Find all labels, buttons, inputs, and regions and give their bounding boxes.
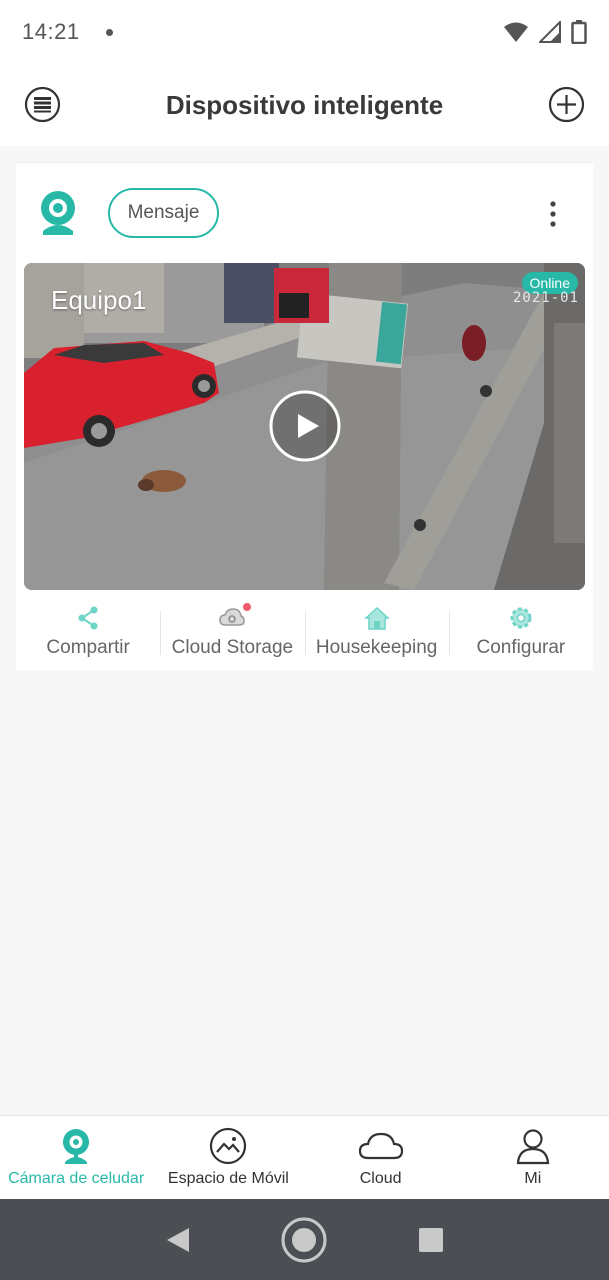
device-actions: Compartir Cloud Storage Housekeeping Con… (16, 601, 593, 665)
person-icon (516, 1129, 550, 1165)
tab-me[interactable]: Mi (457, 1116, 609, 1199)
device-card-header: Mensaje (16, 163, 593, 263)
cloud-storage-label: Cloud Storage (171, 637, 294, 658)
play-icon[interactable] (269, 390, 341, 462)
app-header: Dispositivo inteligente (0, 64, 609, 146)
share-button[interactable]: Compartir (16, 601, 160, 665)
tab-mobile-space-label: Espacio de Móvil (167, 1170, 289, 1187)
notification-dot-icon (243, 603, 252, 611)
camera-preview[interactable]: Equipo1 Online 2021-01 (24, 263, 585, 590)
settings-label: Configurar (476, 637, 566, 658)
more-options-icon[interactable] (549, 201, 557, 227)
camera-logo-icon (41, 191, 75, 235)
notification-dot-icon (105, 28, 113, 36)
housekeeping-button[interactable]: Housekeeping (304, 601, 449, 665)
cloud-storage-button[interactable]: Cloud Storage (160, 601, 304, 665)
bottom-tab-bar: Cámara de celudar Espacio de Móvil Cloud… (0, 1115, 609, 1199)
share-icon (78, 606, 98, 630)
message-button[interactable]: Mensaje (108, 188, 219, 238)
camera-pin-icon (63, 1129, 90, 1164)
tab-mobile-space[interactable]: Espacio de Móvil (152, 1116, 304, 1199)
recents-icon[interactable] (418, 1227, 444, 1253)
page-title: Dispositivo inteligente (165, 89, 444, 120)
tab-cloud[interactable]: Cloud (305, 1116, 457, 1199)
settings-button[interactable]: Configurar (448, 601, 593, 665)
status-time: 14:21 (22, 19, 80, 44)
gallery-icon (210, 1127, 247, 1165)
wifi-icon (504, 22, 528, 42)
cloud-storage-icon (219, 608, 246, 626)
tab-me-label: Mi (524, 1170, 542, 1187)
device-card: Mensaje Equipo1 Online 2021-01 Compartir… (16, 162, 593, 670)
video-timestamp: 2021-01 (512, 290, 579, 306)
plus-circle-icon[interactable] (548, 86, 585, 123)
tab-camera-label: Cámara de celudar (8, 1170, 145, 1187)
signal-icon (539, 21, 561, 43)
tab-camera[interactable]: Cámara de celudar (0, 1116, 152, 1199)
home-icon (363, 606, 390, 630)
battery-icon (571, 20, 587, 44)
gear-icon (510, 607, 532, 629)
housekeeping-label: Housekeeping (315, 637, 438, 658)
home-button-icon[interactable] (280, 1216, 328, 1264)
cloud-icon (358, 1132, 403, 1160)
tab-cloud-label: Cloud (359, 1170, 402, 1187)
system-nav-bar (0, 1199, 609, 1280)
list-icon[interactable] (24, 86, 61, 123)
device-name: Equipo1 (51, 285, 147, 315)
share-label: Compartir (46, 637, 130, 658)
back-icon[interactable] (165, 1226, 191, 1254)
status-bar: 14:21 (0, 0, 609, 64)
